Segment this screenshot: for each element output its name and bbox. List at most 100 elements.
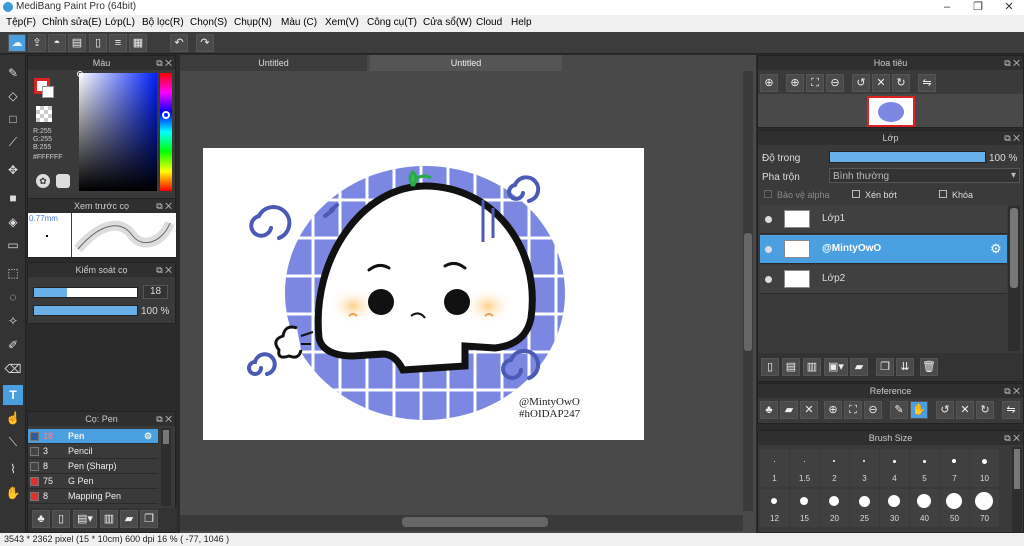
panel-close-icon[interactable]: ⧉ ✕ xyxy=(1004,131,1020,145)
layer-settings-gear-icon[interactable]: ⚙ xyxy=(990,241,1002,257)
navigator-viewport[interactable] xyxy=(867,96,915,127)
select-tool-icon[interactable]: ⬚ xyxy=(3,263,23,283)
menu-select[interactable]: Chọn(S) xyxy=(190,17,227,28)
panel-close-icon[interactable]: ⧉ ✕ xyxy=(156,56,172,70)
brush-size-option[interactable]: 30 xyxy=(880,489,909,527)
hue-handle[interactable] xyxy=(162,111,170,119)
menu-view[interactable]: Xem(V) xyxy=(325,17,359,28)
brush-size-option[interactable]: 3 xyxy=(850,449,879,487)
select-eraser-icon[interactable]: ⌫ xyxy=(3,359,23,379)
brush-list-item[interactable]: 8 Mapping Pen xyxy=(28,489,158,504)
brush-tool-icon[interactable]: ✎ xyxy=(3,63,23,83)
layer-list-scrollbar[interactable] xyxy=(1008,206,1020,351)
brush-size-option[interactable]: 1 xyxy=(760,449,789,487)
redo-icon[interactable]: ↷ xyxy=(196,34,214,52)
layer-row[interactable]: Lớp1 xyxy=(760,205,1007,234)
brush-size-option[interactable]: 20 xyxy=(820,489,849,527)
zoom-in-icon-2[interactable]: ⊕ xyxy=(786,74,804,92)
brush-settings-icon[interactable]: ▥ xyxy=(100,510,118,528)
menu-layer[interactable]: Lớp(L) xyxy=(105,17,135,28)
layer-row[interactable]: Lớp2 xyxy=(760,265,1007,294)
rotate-left-icon[interactable]: ↺ xyxy=(852,74,870,92)
reference-add-icon[interactable]: ♣ xyxy=(760,401,778,419)
panel-close-icon[interactable]: ⧉ ✕ xyxy=(156,263,172,277)
operation-tool-icon[interactable]: ☝ xyxy=(3,408,23,428)
undo-icon[interactable]: ↶ xyxy=(170,34,188,52)
navigator-preview[interactable] xyxy=(758,94,1023,127)
vertical-scrollbar[interactable] xyxy=(743,71,753,511)
list-icon[interactable]: ≡ xyxy=(109,34,127,52)
rectangle-tool-icon[interactable]: □ xyxy=(3,109,23,129)
menu-help[interactable]: Help xyxy=(511,17,532,28)
move-tool-icon[interactable]: ✥ xyxy=(3,160,23,180)
menu-edit[interactable]: Chỉnh sửa(E) xyxy=(42,17,102,28)
reference-rotate-fit-icon[interactable]: ✕ xyxy=(956,401,974,419)
fill-rect-tool-icon[interactable]: ■ xyxy=(3,188,23,208)
reference-zoom-out-icon[interactable]: ⊖ xyxy=(864,401,882,419)
grid-icon[interactable]: ▦ xyxy=(129,34,147,52)
dot-tool-icon[interactable]: ⟋ xyxy=(3,132,23,152)
palette-icon[interactable] xyxy=(56,174,70,188)
menu-snap[interactable]: Chụp(N) xyxy=(234,17,272,28)
menu-color[interactable]: Màu (C) xyxy=(281,17,317,28)
reference-fit-icon[interactable]: ⛶ xyxy=(844,401,862,419)
brush-list-item[interactable]: 3 Pencil xyxy=(28,444,158,459)
document-icon[interactable]: ▯ xyxy=(89,34,107,52)
brush-size-scrollbar[interactable] xyxy=(1012,447,1022,532)
protect-alpha-checkbox[interactable] xyxy=(764,190,772,198)
brush-size-option[interactable]: 7 xyxy=(940,449,969,487)
rotate-fit-icon[interactable]: ✕ xyxy=(872,74,890,92)
eye-icon[interactable] xyxy=(765,246,772,253)
brush-size-option[interactable]: 12 xyxy=(760,489,789,527)
select-pen-icon[interactable]: ✐ xyxy=(3,335,23,355)
transparent-color-swatch[interactable] xyxy=(36,106,52,122)
rotate-right-icon[interactable]: ↻ xyxy=(892,74,910,92)
message-icon[interactable]: ▤ xyxy=(68,34,86,52)
menu-window[interactable]: Cửa sổ(W) xyxy=(423,17,472,28)
brush-size-option[interactable]: 10 xyxy=(970,449,999,487)
panel-close-icon[interactable]: ⧉ ✕ xyxy=(156,412,172,426)
bucket-tool-icon[interactable]: ◈ xyxy=(3,212,23,232)
lock-checkbox[interactable] xyxy=(939,190,947,198)
brush-size-option[interactable]: 4 xyxy=(880,449,909,487)
menu-filter[interactable]: Bộ lọc(R) xyxy=(142,17,184,28)
menu-tools[interactable]: Công cụ(T) xyxy=(367,17,417,28)
merge-layer-icon[interactable]: ⇊ xyxy=(896,358,914,376)
panel-close-icon[interactable]: ⧉ ✕ xyxy=(1004,431,1020,445)
brush-size-option[interactable]: 70 xyxy=(970,489,999,527)
drawing-canvas[interactable]: @MintyOwO #hOIDAP247 xyxy=(203,148,644,440)
tab-untitled-1[interactable]: Untitled xyxy=(180,55,367,71)
tab-untitled-2[interactable]: Untitled xyxy=(370,55,562,71)
brush-size-option[interactable]: 15 xyxy=(790,489,819,527)
brush-size-option[interactable]: 2 xyxy=(820,449,849,487)
layer-row[interactable]: @MintyOwO ⚙ xyxy=(760,235,1007,264)
zoom-out-icon[interactable]: ⊖ xyxy=(826,74,844,92)
brush-duplicate-icon[interactable]: ❐ xyxy=(140,510,158,528)
blend-mode-select[interactable]: Bình thường ▾ xyxy=(829,168,1020,183)
saturation-value-picker[interactable] xyxy=(79,73,157,191)
layer-folder-icon[interactable]: ▰ xyxy=(850,358,868,376)
hue-slider[interactable] xyxy=(160,73,172,191)
cloud-icon[interactable]: ☁ xyxy=(8,34,26,52)
menu-cloud[interactable]: Cloud xyxy=(476,17,502,28)
reference-close-icon[interactable]: ✕ xyxy=(800,401,818,419)
brush-size-option[interactable]: 40 xyxy=(910,489,939,527)
brush-size-option[interactable]: 50 xyxy=(940,489,969,527)
brush-list-item[interactable]: 18 Pen ⚙ xyxy=(28,429,158,444)
new-brush-icon[interactable]: ▯ xyxy=(52,510,70,528)
flip-icon[interactable]: ⇋ xyxy=(918,74,936,92)
brush-size-option[interactable]: 25 xyxy=(850,489,879,527)
brush-opacity-slider[interactable] xyxy=(33,305,138,316)
reference-zoom-in-icon[interactable]: ⊕ xyxy=(824,401,842,419)
new-1bit-layer-icon[interactable]: ▥ xyxy=(803,358,821,376)
reference-flip-icon[interactable]: ⇋ xyxy=(1002,401,1020,419)
brush-list-item[interactable]: 8 Pen (Sharp) xyxy=(28,459,158,474)
brush-size-option[interactable]: 1.5 xyxy=(790,449,819,487)
brush-folder-icon[interactable]: ▰ xyxy=(120,510,138,528)
brush-settings-gear-icon[interactable]: ⚙ xyxy=(144,429,152,444)
eye-icon[interactable] xyxy=(765,276,772,283)
eyedropper-icon[interactable]: ⌇ xyxy=(3,459,23,479)
brush-size-option[interactable]: 5 xyxy=(910,449,939,487)
zoom-in-icon[interactable]: ⊕ xyxy=(760,74,778,92)
eye-icon[interactable] xyxy=(765,216,772,223)
